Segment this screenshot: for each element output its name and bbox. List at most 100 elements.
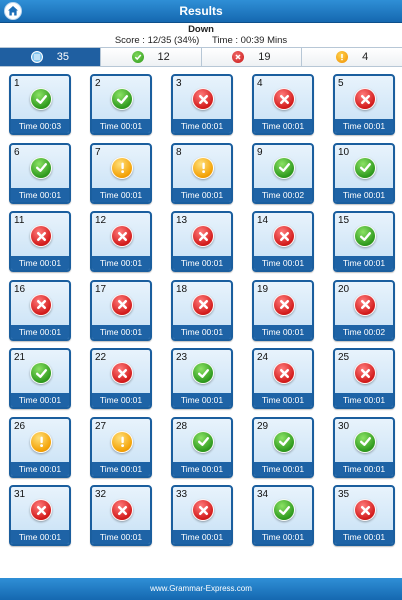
question-time: Time 00:01 <box>254 530 312 544</box>
cross-icon <box>273 293 295 316</box>
question-tile[interactable]: 24 Time 00:01 <box>252 348 314 409</box>
check-icon <box>354 225 376 247</box>
question-tile[interactable]: 17 Time 00:01 <box>90 279 152 341</box>
exclamation-icon <box>336 51 349 63</box>
question-tile[interactable]: 20 Time 00:02 <box>333 279 395 341</box>
question-time: Time 00:02 <box>254 187 312 202</box>
tab-correct[interactable]: 12 <box>100 48 202 66</box>
question-time: Time 00:03 <box>11 119 69 133</box>
question-tile[interactable]: 10 Time 00:01 <box>333 142 395 204</box>
question-tile[interactable]: 30 Time 00:01 <box>333 416 395 478</box>
cross-icon <box>30 499 52 521</box>
question-tile[interactable]: 1 Time 00:03 <box>9 74 71 135</box>
question-time: Time 00:02 <box>335 324 393 339</box>
question-tile[interactable]: 5 Time 00:01 <box>333 74 395 135</box>
question-number: 31 <box>14 489 26 500</box>
check-icon <box>192 430 214 453</box>
question-time: Time 00:01 <box>173 393 231 407</box>
question-tile[interactable]: 28 Time 00:01 <box>171 416 233 478</box>
question-number: 8 <box>176 146 182 158</box>
question-tile[interactable]: 23 Time 00:01 <box>171 348 233 409</box>
question-time: Time 00:01 <box>335 256 393 270</box>
question-tile[interactable]: 34 Time 00:01 <box>252 485 314 546</box>
tab-skipped[interactable]: 4 <box>302 48 402 66</box>
question-tile[interactable]: 19 Time 00:01 <box>252 279 314 341</box>
results-summary: Down Score : 12/35 (34%) Time : 00:39 Mi… <box>0 23 402 47</box>
question-tile[interactable]: 12 Time 00:01 <box>90 211 152 272</box>
question-time: Time 00:01 <box>254 256 312 270</box>
question-time: Time 00:01 <box>335 187 393 202</box>
question-time: Time 00:01 <box>173 530 231 544</box>
question-time: Time 00:01 <box>11 187 69 202</box>
question-number: 16 <box>14 283 26 295</box>
question-time: Time 00:01 <box>92 530 150 544</box>
question-tile[interactable]: 6 Time 00:01 <box>9 142 71 204</box>
question-tile[interactable]: 27 Time 00:01 <box>90 416 152 478</box>
question-number: 1 <box>14 78 20 89</box>
question-tile[interactable]: 13 Time 00:01 <box>171 211 233 272</box>
footer-link[interactable]: www.Grammar-Express.com <box>150 584 252 593</box>
question-tile[interactable]: 9 Time 00:02 <box>252 142 314 204</box>
question-time: Time 00:01 <box>92 119 150 133</box>
stats-tabs: 35 12 19 4 <box>0 47 402 67</box>
question-tile[interactable]: 18 Time 00:01 <box>171 279 233 341</box>
question-tile[interactable]: 29 Time 00:01 <box>252 416 314 478</box>
time-text: Time : 00:39 Mins <box>211 35 288 46</box>
tab-total[interactable]: 35 <box>0 48 101 66</box>
cross-icon <box>30 225 52 247</box>
cross-icon <box>192 499 214 521</box>
question-number: 12 <box>95 215 107 226</box>
cross-icon <box>354 499 376 521</box>
question-time: Time 00:01 <box>11 461 69 476</box>
question-number: 3 <box>176 78 182 89</box>
question-tile[interactable]: 26 Time 00:01 <box>9 416 71 478</box>
question-time: Time 00:01 <box>173 256 231 270</box>
cross-icon <box>192 225 214 247</box>
question-number: 21 <box>14 352 26 363</box>
question-number: 32 <box>95 489 107 500</box>
question-time: Time 00:01 <box>173 119 231 133</box>
question-time: Time 00:01 <box>173 324 231 339</box>
question-time: Time 00:01 <box>92 256 150 270</box>
question-number: 22 <box>95 352 107 363</box>
check-icon <box>30 362 52 384</box>
question-tile[interactable]: 35 Time 00:01 <box>333 485 395 546</box>
question-tile[interactable]: 32 Time 00:01 <box>90 485 152 546</box>
question-tile[interactable]: 15 Time 00:01 <box>333 211 395 272</box>
question-number: 15 <box>338 215 350 226</box>
question-tile[interactable]: 33 Time 00:01 <box>171 485 233 546</box>
question-time: Time 00:01 <box>335 530 393 544</box>
total-questions-icon <box>30 51 43 63</box>
exclamation-icon <box>192 156 214 179</box>
question-number: 25 <box>338 352 350 363</box>
question-time: Time 00:01 <box>254 119 312 133</box>
question-number: 7 <box>95 146 101 158</box>
cross-icon <box>354 362 376 384</box>
cross-icon <box>111 225 133 247</box>
tab-wrong[interactable]: 19 <box>201 48 303 66</box>
question-number: 28 <box>176 420 188 432</box>
question-tile[interactable]: 3 Time 00:01 <box>171 74 233 135</box>
cross-icon <box>232 51 245 63</box>
question-tile[interactable]: 22 Time 00:01 <box>90 348 152 409</box>
check-icon <box>273 156 295 179</box>
question-tile[interactable]: 2 Time 00:01 <box>90 74 152 135</box>
question-tile[interactable]: 7 Time 00:01 <box>90 142 152 204</box>
question-tile[interactable]: 31 Time 00:01 <box>9 485 71 546</box>
question-number: 17 <box>95 283 107 295</box>
category-name: Down <box>188 24 214 35</box>
question-tile[interactable]: 14 Time 00:01 <box>252 211 314 272</box>
question-tile[interactable]: 8 Time 00:01 <box>171 142 233 204</box>
question-tile[interactable]: 25 Time 00:01 <box>333 348 395 409</box>
question-tile[interactable]: 16 Time 00:01 <box>9 279 71 341</box>
check-icon <box>354 430 376 453</box>
question-tile[interactable]: 11 Time 00:01 <box>9 211 71 272</box>
cross-icon <box>273 88 295 110</box>
question-number: 27 <box>95 420 107 432</box>
cross-icon <box>273 362 295 384</box>
question-tile[interactable]: 4 Time 00:01 <box>252 74 314 135</box>
question-tile[interactable]: 21 Time 00:01 <box>9 348 71 409</box>
question-number: 26 <box>14 420 26 432</box>
question-time: Time 00:01 <box>11 530 69 544</box>
question-number: 23 <box>176 352 188 363</box>
